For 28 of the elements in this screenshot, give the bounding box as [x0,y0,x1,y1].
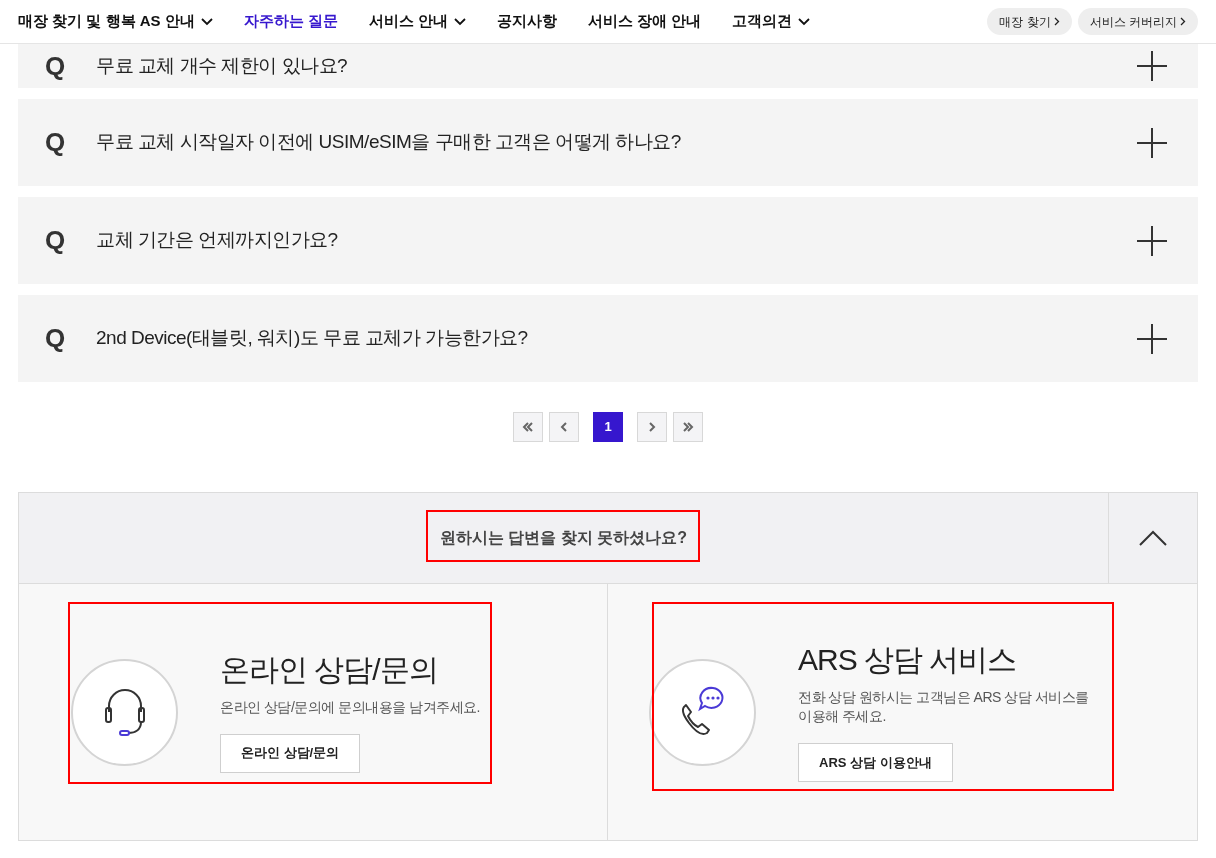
page-button[interactable]: 1 [593,412,623,442]
card-title: 온라인 상담/문의 [220,651,438,688]
nav-tab[interactable]: 서비스 안내 [368,10,467,33]
faq-item[interactable]: Q 무료 교체 시작일자 이전에 USIM/eSIM을 구매한 고객은 어떻게 하나요? [18,99,1198,186]
nav-tab[interactable]: 공지사항 [497,10,558,33]
nav-tab[interactable]: 서비스 장애 안내 [588,10,702,33]
question-text: 2nd Device(태블릿, 워치)도 무료 교체가 가능한가요? [96,326,528,351]
card-button[interactable]: 온라인 상담/문의 [220,733,361,773]
faq-item[interactable]: Q 2nd Device(태블릿, 워치)도 무료 교체가 가능한가요? [18,295,1198,382]
question-text: 무료 교체 시작일자 이전에 USIM/eSIM을 구매한 고객은 어떻게 하나요? [96,130,681,155]
nav-tab[interactable]: 매장 찾기 및 행복 AS 안내 [18,10,213,33]
card-description: 전화 상담 원하시는 고객님은 ARS 상담 서비스를 이용해 주세요. [798,688,1090,726]
q-mark: Q [45,126,67,159]
q-mark: Q [45,49,67,83]
q-mark: Q [45,224,67,257]
card-description: 온라인 상담/문의에 문의내용을 남겨주세요. [220,697,480,717]
faq-item[interactable]: Q 무료 교체 개수 제한이 있나요? [18,44,1198,88]
card-button[interactable]: ARS 상담 이용안내 [798,743,953,782]
question-text: 교체 기간은 언제까지인가요? [96,228,338,253]
q-mark: Q [45,322,67,355]
faq-item[interactable]: Q 교체 기간은 언제까지인가요? [18,197,1198,284]
nav-button[interactable]: 매장 찾기 [987,8,1072,35]
nav-tab[interactable]: 자주하는 질문 [243,10,338,33]
nav-button[interactable]: 서비스 커버리지 [1077,8,1198,35]
question-text: 무료 교체 개수 제한이 있나요? [96,53,348,78]
card-title: ARS 상담 서비스 [798,642,1017,678]
nav-tab[interactable]: 고객의견 [732,10,811,33]
help-title: 원하시는 답변을 찾지 못하셨나요? [439,528,688,548]
